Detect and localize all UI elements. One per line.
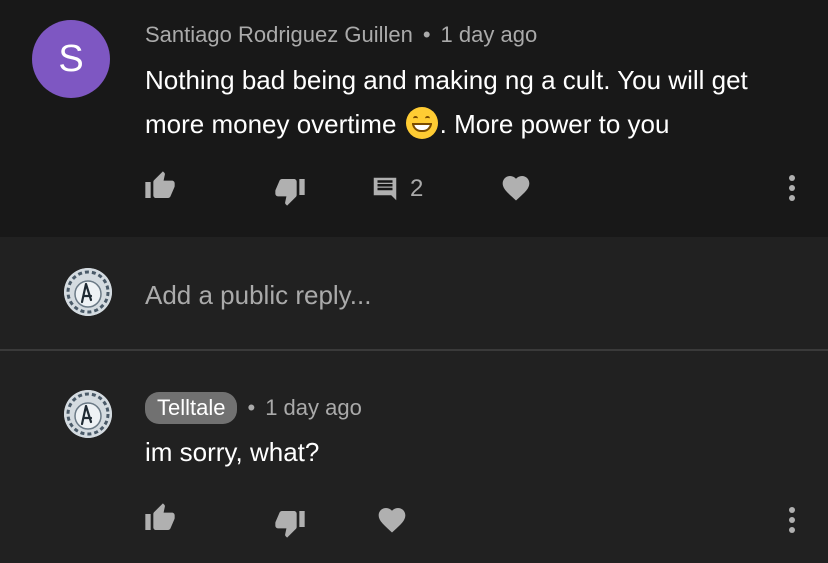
grinning-face-emoji xyxy=(405,107,438,139)
avatar-letter: S xyxy=(58,37,84,80)
reply-count[interactable]: 2 xyxy=(410,175,423,203)
reply-text: im sorry, what? xyxy=(145,437,320,467)
reply-item xyxy=(0,351,828,563)
reply-meta: Telltale • 1 day ago xyxy=(145,392,362,424)
heart-icon[interactable] xyxy=(498,170,534,206)
comment-text: Nothing bad being and making ng a cult. … xyxy=(145,58,815,146)
thumbs-down-icon[interactable] xyxy=(272,505,308,541)
thumbs-down-icon[interactable] xyxy=(272,173,308,209)
comment-text-part2: . More power to you xyxy=(439,109,670,139)
my-avatar xyxy=(64,268,112,316)
meta-separator: • xyxy=(422,22,431,47)
comment-author[interactable]: Santiago Rodriguez Guillen xyxy=(145,22,413,48)
comment-icon[interactable] xyxy=(368,172,402,206)
reply-input[interactable]: Add a public reply... xyxy=(145,280,371,311)
reply-author-chip[interactable]: Telltale xyxy=(145,392,238,424)
comment-text-line2: more money overtime . More power to you xyxy=(145,102,815,146)
reply-avatar[interactable] xyxy=(64,390,112,438)
meta-separator: • xyxy=(247,395,256,420)
more-vert-icon[interactable] xyxy=(778,170,806,206)
comment-meta: Santiago Rodriguez Guillen • 1 day ago xyxy=(145,22,537,48)
heart-icon[interactable] xyxy=(374,502,410,538)
commenter-avatar[interactable]: S xyxy=(32,20,110,98)
more-vert-icon[interactable] xyxy=(778,502,806,538)
comment-time[interactable]: 1 day ago xyxy=(441,22,538,48)
comment-thread: S Santiago Rodriguez Guillen • 1 day ago… xyxy=(0,0,828,237)
comment-text-line1: Nothing bad being and making ng a cult. … xyxy=(145,65,748,95)
comment-text-part1: more money overtime xyxy=(145,109,397,139)
thumbs-up-icon[interactable] xyxy=(142,500,178,536)
reply-time[interactable]: 1 day ago xyxy=(265,395,362,421)
thumbs-up-icon[interactable] xyxy=(142,168,178,204)
reply-composer xyxy=(0,237,828,349)
